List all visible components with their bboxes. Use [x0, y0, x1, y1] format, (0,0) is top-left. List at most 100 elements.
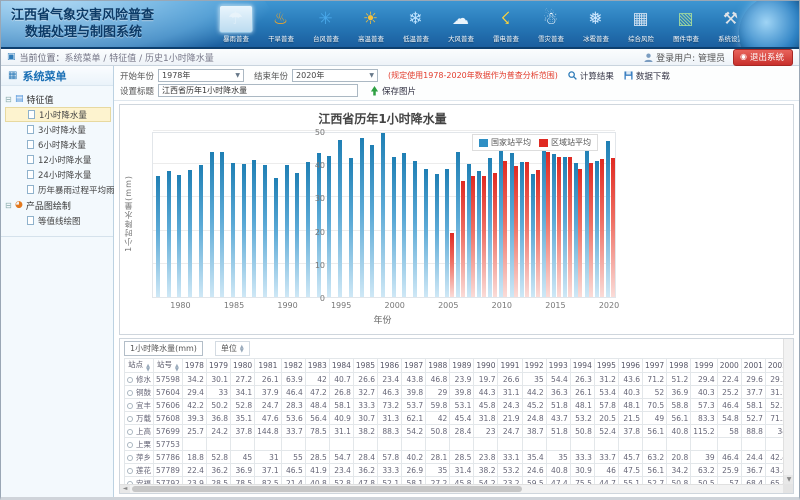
toolbar-item-rain[interactable]: ☂暴雨普查 [213, 3, 258, 44]
toolbar-item-snow[interactable]: ☃雪灾普查 [528, 3, 573, 44]
row-radio[interactable] [127, 390, 133, 396]
bar-regional-2005[interactable] [450, 233, 454, 297]
bar-national-2017[interactable] [574, 163, 578, 297]
bar-national-1981[interactable] [188, 170, 192, 297]
bar-national-1978[interactable] [156, 176, 160, 297]
bar-national-2000[interactable] [392, 157, 396, 297]
column-header[interactable]: 站点▲▼ [125, 359, 154, 373]
toolbar-item-risk-calc[interactable]: ▦综合风险 [618, 3, 663, 44]
tree-group-1[interactable]: ⊟◕产品图绘制 [5, 197, 111, 213]
expander-icon[interactable]: ⊟ [5, 95, 15, 104]
bar-national-2019[interactable] [595, 161, 599, 297]
bar-national-1984[interactable] [220, 152, 224, 297]
bar-national-2011[interactable] [510, 153, 514, 297]
bar-regional-2014[interactable] [546, 152, 550, 297]
column-header[interactable]: 站号▲▼ [154, 359, 183, 373]
row-radio[interactable] [127, 455, 133, 461]
bar-national-2007[interactable] [467, 164, 471, 297]
bar-national-2012[interactable] [520, 162, 524, 297]
bar-national-1989[interactable] [274, 178, 278, 297]
scroll-down-icon[interactable]: ▼ [784, 475, 794, 484]
tree-group-0[interactable]: ⊟▤特征值 [5, 91, 111, 107]
bar-national-1990[interactable] [285, 165, 289, 297]
sidebar-item-0-2[interactable]: 6小时降水量 [5, 137, 111, 152]
bar-national-2015[interactable] [552, 154, 556, 297]
bar-regional-2019[interactable] [600, 159, 604, 297]
bar-regional-2016[interactable] [568, 157, 572, 297]
row-radio[interactable] [127, 429, 133, 435]
bar-national-1994[interactable] [327, 156, 331, 297]
bar-national-1996[interactable] [349, 158, 353, 297]
row-radio[interactable] [127, 403, 133, 409]
sidebar-item-1-0[interactable]: 等值线绘图 [5, 213, 111, 228]
table-row[interactable]: 宜丰5760642.250.252.824.728.348.458.133.37… [125, 399, 795, 412]
bar-regional-2017[interactable] [578, 169, 582, 297]
bar-national-1982[interactable] [199, 165, 203, 297]
bar-regional-2011[interactable] [514, 166, 518, 297]
bar-regional-2013[interactable] [536, 170, 540, 297]
bar-regional-2015[interactable] [557, 157, 561, 297]
bar-regional-2012[interactable] [525, 162, 529, 297]
horizontal-scrollbar[interactable]: ◄ [120, 484, 783, 493]
save-image-button[interactable]: 保存图片 [370, 85, 416, 97]
sidebar-item-0-1[interactable]: 3小时降水量 [5, 122, 111, 137]
sidebar-item-0-5[interactable]: 历年暴雨过程平均雨量 [5, 182, 111, 197]
row-radio[interactable] [127, 442, 133, 448]
bar-national-1991[interactable] [295, 173, 299, 298]
bar-national-1997[interactable] [360, 138, 364, 297]
bar-regional-2018[interactable] [589, 163, 593, 297]
bar-regional-2008[interactable] [482, 176, 486, 297]
table-row[interactable]: 铜鼓5760429.43334.137.946.447.226.832.746.… [125, 386, 795, 399]
bar-national-1993[interactable] [317, 153, 321, 297]
sidebar-item-0-3[interactable]: 12小时降水量 [5, 152, 111, 167]
vertical-scrollbar[interactable]: ▼ [783, 339, 793, 484]
row-radio[interactable] [127, 468, 133, 474]
bar-national-2014[interactable] [542, 143, 546, 297]
bar-national-2010[interactable] [499, 151, 503, 297]
bar-national-1999[interactable] [381, 133, 385, 297]
bar-national-1985[interactable] [231, 163, 235, 297]
bar-national-2018[interactable] [585, 148, 589, 297]
bar-national-2003[interactable] [424, 169, 428, 297]
bar-national-2013[interactable] [531, 174, 535, 298]
toolbar-item-lightning[interactable]: ☇雷电普查 [483, 3, 528, 44]
bar-national-2006[interactable] [456, 152, 460, 297]
toolbar-item-heat[interactable]: ☀高温普查 [348, 3, 393, 44]
download-button[interactable]: 数据下载 [624, 70, 670, 82]
expander-icon[interactable]: ⊟ [5, 201, 15, 210]
bar-national-1988[interactable] [263, 165, 267, 297]
bar-regional-2010[interactable] [503, 161, 507, 297]
bar-national-1980[interactable] [177, 175, 181, 297]
unit-sort-header[interactable]: 单位 ▲▼ [215, 341, 250, 356]
sidebar-item-0-0[interactable]: 1小时降水量 [5, 107, 111, 122]
row-radio[interactable] [127, 416, 133, 422]
chart-title-input[interactable]: 江西省历年1小时降水量 [158, 84, 358, 97]
bar-national-1998[interactable] [370, 145, 374, 297]
scrollbar-thumb[interactable] [132, 486, 522, 492]
row-radio[interactable] [127, 377, 133, 383]
table-row[interactable]: 萍乡5778618.852.845315528.554.728.457.840.… [125, 451, 795, 464]
bar-national-1995[interactable] [338, 140, 342, 297]
bar-national-2004[interactable] [435, 174, 439, 298]
bar-national-2001[interactable] [402, 153, 406, 297]
bar-national-2002[interactable] [413, 161, 417, 297]
start-year-select[interactable]: 1978年▼ [158, 69, 244, 82]
toolbar-item-drought[interactable]: ♨干旱普查 [258, 3, 303, 44]
bar-national-2009[interactable] [488, 158, 492, 297]
sidebar-item-0-4[interactable]: 24小时降水量 [5, 167, 111, 182]
bar-national-1979[interactable] [167, 171, 171, 297]
bar-national-1986[interactable] [242, 164, 246, 297]
end-year-select[interactable]: 2020年▼ [292, 69, 378, 82]
bar-regional-2009[interactable] [493, 173, 497, 298]
bar-national-1983[interactable] [210, 152, 214, 297]
breadcrumb[interactable]: 系统菜单 / 特征值 / 历史1小时降水量 [65, 51, 214, 64]
bar-national-2005[interactable] [445, 169, 449, 297]
toolbar-item-cold[interactable]: ❄低温普查 [393, 3, 438, 44]
bar-regional-2020[interactable] [611, 158, 615, 297]
toolbar-item-hail[interactable]: ❅冰雹普查 [573, 3, 618, 44]
bar-regional-2007[interactable] [471, 176, 475, 298]
logout-button[interactable]: ◉ 退出系统 [733, 49, 793, 66]
table-row[interactable]: 莲花5778922.436.236.937.146.541.923.436.23… [125, 464, 795, 477]
table-row[interactable]: 上高5769925.724.237.8144.833.778.531.138.2… [125, 425, 795, 438]
calculate-button[interactable]: 计算结果 [568, 70, 614, 82]
